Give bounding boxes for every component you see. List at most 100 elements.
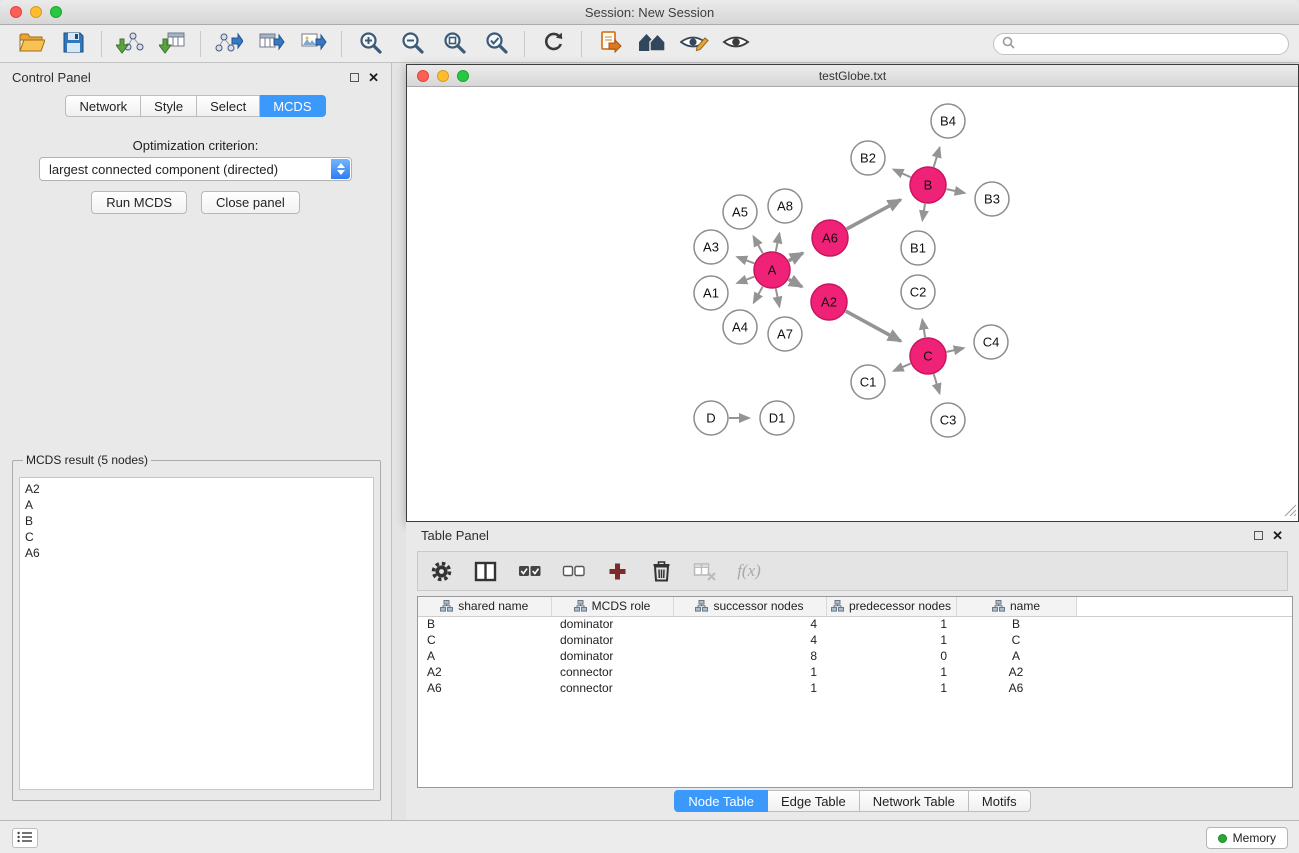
column-header-shared-name[interactable]: shared name	[418, 597, 551, 616]
zoom-in-button[interactable]	[349, 29, 391, 59]
close-panel-icon[interactable]: ✕	[368, 73, 379, 82]
settings-gear-button[interactable]	[428, 557, 454, 585]
graph-edge-C-C4[interactable]	[947, 348, 964, 352]
eye-button[interactable]	[715, 29, 757, 59]
mcds-result-item[interactable]: A	[25, 497, 368, 513]
graph-node-C2[interactable]: C2	[901, 275, 935, 309]
function-builder-button[interactable]: f(x)	[736, 557, 762, 585]
select-all-button[interactable]	[516, 557, 542, 585]
add-column-button[interactable]	[604, 557, 630, 585]
import-table-button[interactable]	[151, 29, 193, 59]
graph-edge-A-A2[interactable]	[789, 279, 802, 287]
node-table[interactable]: shared nameMCDS rolesuccessor nodesprede…	[417, 596, 1293, 788]
graph-node-A2[interactable]: A2	[811, 284, 847, 320]
graph-edge-A-A4[interactable]	[754, 287, 763, 303]
optimization-criterion-dropdown[interactable]: largest connected component (directed)	[39, 157, 352, 181]
control-panel-tab-select[interactable]: Select	[197, 95, 260, 117]
graph-node-B4[interactable]: B4	[931, 104, 965, 138]
refresh-button[interactable]	[532, 29, 574, 59]
graph-edge-C-C3[interactable]	[934, 374, 940, 393]
graph-edge-A-A5[interactable]	[754, 237, 763, 254]
mcds-result-item[interactable]: B	[25, 513, 368, 529]
export-table-button[interactable]	[250, 29, 292, 59]
table-tab-network-table[interactable]: Network Table	[860, 790, 969, 812]
graph-node-C3[interactable]: C3	[931, 403, 965, 437]
deselect-all-button[interactable]	[560, 557, 586, 585]
network-close-button[interactable]	[417, 70, 429, 82]
delete-row-button[interactable]	[648, 557, 674, 585]
table-row-C[interactable]: Cdominator41C	[418, 632, 1292, 648]
close-panel-button[interactable]: Close panel	[201, 191, 300, 214]
graph-edge-C-C1[interactable]	[894, 364, 911, 371]
graph-node-A[interactable]: A	[754, 252, 790, 288]
control-panel-tab-style[interactable]: Style	[141, 95, 197, 117]
column-header-name[interactable]: name	[956, 597, 1076, 616]
graph-node-B3[interactable]: B3	[975, 182, 1009, 216]
zoom-out-button[interactable]	[391, 29, 433, 59]
export-network-button[interactable]	[208, 29, 250, 59]
mcds-result-item[interactable]: C	[25, 529, 368, 545]
column-chooser-button[interactable]	[472, 557, 498, 585]
column-header-predecessor-nodes[interactable]: predecessor nodes	[826, 597, 956, 616]
save-button[interactable]	[52, 29, 94, 59]
zoom-selected-button[interactable]	[475, 29, 517, 59]
column-header-successor-nodes[interactable]: successor nodes	[673, 597, 826, 616]
float-panel-icon[interactable]	[350, 73, 359, 82]
graph-edge-B-B1[interactable]	[922, 204, 925, 221]
close-window-button[interactable]	[10, 6, 22, 18]
graph-node-C[interactable]: C	[910, 338, 946, 374]
graph-edge-A-A1[interactable]	[737, 277, 754, 283]
eye-pencil-button[interactable]	[673, 29, 715, 59]
graph-node-A5[interactable]: A5	[723, 195, 757, 229]
control-panel-tab-mcds[interactable]: MCDS	[260, 95, 325, 117]
graph-node-D1[interactable]: D1	[760, 401, 794, 435]
control-panel-tab-network[interactable]: Network	[65, 95, 141, 117]
graph-edge-A-A6[interactable]	[789, 253, 803, 261]
column-header-MCDS-role[interactable]: MCDS role	[551, 597, 673, 616]
graph-node-A8[interactable]: A8	[768, 189, 802, 223]
table-row-A2[interactable]: A2connector11A2	[418, 664, 1292, 680]
graph-edge-C-C2[interactable]	[922, 320, 925, 338]
table-row-A6[interactable]: A6connector11A6	[418, 680, 1292, 696]
network-minimize-button[interactable]	[437, 70, 449, 82]
import-network-button[interactable]	[109, 29, 151, 59]
minimize-window-button[interactable]	[30, 6, 42, 18]
open-folder-button[interactable]	[10, 29, 52, 59]
clipboard-document-button[interactable]	[589, 29, 631, 59]
graph-node-A6[interactable]: A6	[812, 220, 848, 256]
memory-button[interactable]: Memory	[1206, 827, 1288, 849]
run-mcds-button[interactable]: Run MCDS	[91, 191, 187, 214]
table-tab-motifs[interactable]: Motifs	[969, 790, 1031, 812]
network-window-titlebar[interactable]: testGlobe.txt	[407, 65, 1298, 87]
graph-edge-B-B2[interactable]	[894, 170, 911, 178]
graph-node-B1[interactable]: B1	[901, 231, 935, 265]
graph-node-D[interactable]: D	[694, 401, 728, 435]
delete-table-button[interactable]	[692, 557, 718, 585]
table-tab-node-table[interactable]: Node Table	[674, 790, 768, 812]
maximize-window-button[interactable]	[50, 6, 62, 18]
graph-edge-B-B3[interactable]	[947, 189, 965, 193]
graph-edge-A-A7[interactable]	[776, 289, 780, 307]
graph-edge-B-B4[interactable]	[934, 148, 940, 167]
table-tab-edge-table[interactable]: Edge Table	[768, 790, 860, 812]
network-graph[interactable]: B4B2BB3A5A8A6A3B1AA1C2A2A4A7C4CC1C3DD1	[407, 87, 1298, 521]
home-button[interactable]	[631, 29, 673, 59]
table-close-icon[interactable]: ✕	[1272, 531, 1283, 540]
graph-node-C4[interactable]: C4	[974, 325, 1008, 359]
graph-edge-A2-C[interactable]	[846, 311, 901, 341]
graph-node-A1[interactable]: A1	[694, 276, 728, 310]
graph-node-A7[interactable]: A7	[768, 317, 802, 351]
zoom-fit-button[interactable]	[433, 29, 475, 59]
graph-node-A4[interactable]: A4	[723, 310, 757, 344]
mcds-result-item[interactable]: A6	[25, 545, 368, 561]
mcds-result-list[interactable]: A2ABCA6	[19, 477, 374, 790]
graph-node-B2[interactable]: B2	[851, 141, 885, 175]
search-input[interactable]	[1020, 37, 1280, 51]
network-maximize-button[interactable]	[457, 70, 469, 82]
graph-node-B[interactable]: B	[910, 167, 946, 203]
export-image-button[interactable]	[292, 29, 334, 59]
search-field[interactable]	[993, 33, 1289, 55]
table-row-A[interactable]: Adominator80A	[418, 648, 1292, 664]
graph-node-C1[interactable]: C1	[851, 365, 885, 399]
graph-edge-A-A8[interactable]	[776, 233, 780, 251]
